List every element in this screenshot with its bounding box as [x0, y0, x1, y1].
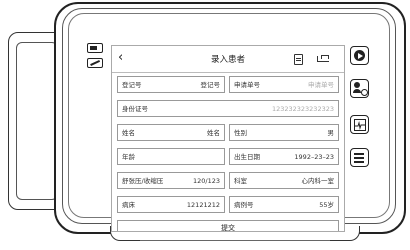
play-icon: [354, 50, 365, 61]
reg-no-value: 登记号: [200, 81, 221, 89]
bed-icon[interactable]: [317, 55, 329, 62]
top-bar: ‹ 录入患者: [112, 46, 344, 73]
age-label: 年龄: [122, 153, 135, 161]
patient-icon: [353, 82, 361, 93]
bed-value: 12121212: [186, 201, 220, 209]
form-row: 年龄 出生日期 1992–23–23: [117, 148, 339, 166]
list-icon: [354, 153, 364, 155]
device-bracket-inner: [16, 42, 58, 200]
bed-field[interactable]: 病床 12121212: [117, 196, 225, 213]
blood-pressure-value: 120/123: [192, 177, 220, 185]
play-button[interactable]: [350, 46, 369, 65]
request-no-label: 申请单号: [234, 81, 260, 89]
form-row: 姓名 姓名 性别 男: [117, 124, 339, 142]
birth-date-value: 1992–23–23: [294, 153, 334, 161]
gender-field[interactable]: 性别 男: [229, 124, 339, 141]
form-row: 舒张压/收缩压 120/123 科室 心内科一室: [117, 172, 339, 190]
blood-pressure-field[interactable]: 舒张压/收缩压 120/123: [117, 172, 225, 189]
case-no-field[interactable]: 病例号 55岁: [229, 196, 339, 213]
page-title: 录入患者: [210, 55, 245, 65]
submit-button[interactable]: 提交: [117, 220, 339, 231]
battery-icon: [87, 43, 103, 53]
case-no-label: 病例号: [234, 201, 254, 209]
document-icon[interactable]: [294, 54, 303, 65]
request-no-placeholder: 申请单号: [308, 81, 334, 89]
name-field[interactable]: 姓名 姓名: [117, 124, 225, 141]
device-base-line: [140, 236, 330, 241]
screen: ‹ 录入患者 登记号 登记号 申请单号 申请单号 身份证号 1232323232…: [111, 45, 345, 232]
form-row: 身份证号 123232323232323: [117, 100, 339, 118]
id-card-field[interactable]: 身份证号 123232323232323: [117, 100, 339, 117]
patient-button[interactable]: [350, 79, 369, 98]
patient-icon-dot: [361, 89, 368, 96]
request-no-field[interactable]: 申请单号 申请单号: [229, 76, 339, 93]
form-row: 登记号 登记号 申请单号 申请单号: [117, 76, 339, 94]
gender-value: 男: [327, 129, 335, 137]
name-value: 姓名: [207, 129, 220, 137]
no-signal-icon: [87, 58, 103, 68]
id-card-label: 身份证号: [122, 105, 148, 113]
id-card-value: 123232323232323: [271, 105, 334, 113]
department-field[interactable]: 科室 心内科一室: [229, 172, 339, 189]
list-icon-line: [354, 157, 364, 159]
list-icon-line: [354, 161, 364, 163]
menu-button[interactable]: [350, 148, 369, 167]
reg-no-field[interactable]: 登记号 登记号: [117, 76, 225, 93]
birth-date-field[interactable]: 出生日期 1992–23–23: [229, 148, 339, 165]
name-label: 姓名: [122, 129, 135, 137]
blood-pressure-label: 舒张压/收缩压: [122, 177, 164, 185]
ecg-icon: [354, 119, 366, 131]
department-label: 科室: [234, 177, 247, 185]
birth-date-label: 出生日期: [234, 153, 260, 161]
department-value: 心内科一室: [301, 177, 335, 185]
age-field[interactable]: 年龄: [117, 148, 225, 165]
bed-label: 病床: [122, 201, 135, 209]
form-row: 病床 12121212 病例号 55岁: [117, 196, 339, 214]
patient-form: 登记号 登记号 申请单号 申请单号 身份证号 123232323232323 姓…: [117, 76, 339, 220]
ecg-button[interactable]: [350, 115, 369, 134]
gender-label: 性别: [234, 129, 247, 137]
reg-no-label: 登记号: [122, 81, 142, 89]
case-no-value: 55岁: [319, 201, 334, 209]
